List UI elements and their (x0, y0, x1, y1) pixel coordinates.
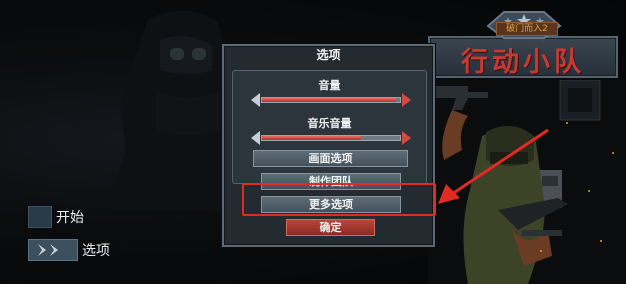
ember-particle (612, 152, 614, 154)
slider-decrease-icon[interactable] (251, 93, 260, 107)
game-screen: 行动小队 破门而入2 开始 选项 选项 音量 音乐音量 画面选项 制作团队 更多… (0, 0, 626, 284)
double-chevron-icon (28, 239, 78, 261)
graphics-options-button[interactable]: 画面选项 (253, 150, 408, 167)
volume-slider[interactable] (251, 93, 411, 107)
menu-item-label: 选项 (82, 243, 110, 259)
annotation-arrow-icon (438, 128, 549, 204)
options-dialog: 选项 音量 音乐音量 画面选项 制作团队 更多选项 确定 (222, 44, 435, 247)
volume-label: 音量 (318, 79, 341, 92)
confirm-button[interactable]: 确定 (286, 219, 375, 236)
game-title: 行动小队 (461, 47, 585, 78)
menu-item-label: 开始 (56, 210, 84, 226)
slider-fill (262, 98, 396, 102)
ember-particle (540, 250, 542, 252)
game-title-banner: 行动小队 (428, 36, 618, 78)
slider-increase-icon[interactable] (402, 131, 411, 145)
music-volume-slider[interactable] (251, 131, 411, 145)
ember-particle (566, 122, 568, 124)
menu-item-start[interactable]: 开始 (28, 206, 84, 228)
slider-increase-icon[interactable] (402, 93, 411, 107)
music-volume-label: 音乐音量 (307, 117, 352, 130)
menu-item-options[interactable]: 选项 (28, 239, 110, 261)
game-subtitle: 破门而入2 (496, 22, 558, 36)
slider-track (261, 97, 401, 103)
slider-fill (262, 136, 362, 140)
menu-arrow-icon (28, 206, 52, 228)
slider-track (261, 135, 401, 141)
annotation-highlight-box (242, 183, 436, 216)
ember-particle (600, 240, 602, 242)
dialog-title: 选项 (316, 48, 341, 62)
ember-particle (588, 190, 590, 192)
slider-decrease-icon[interactable] (251, 131, 260, 145)
